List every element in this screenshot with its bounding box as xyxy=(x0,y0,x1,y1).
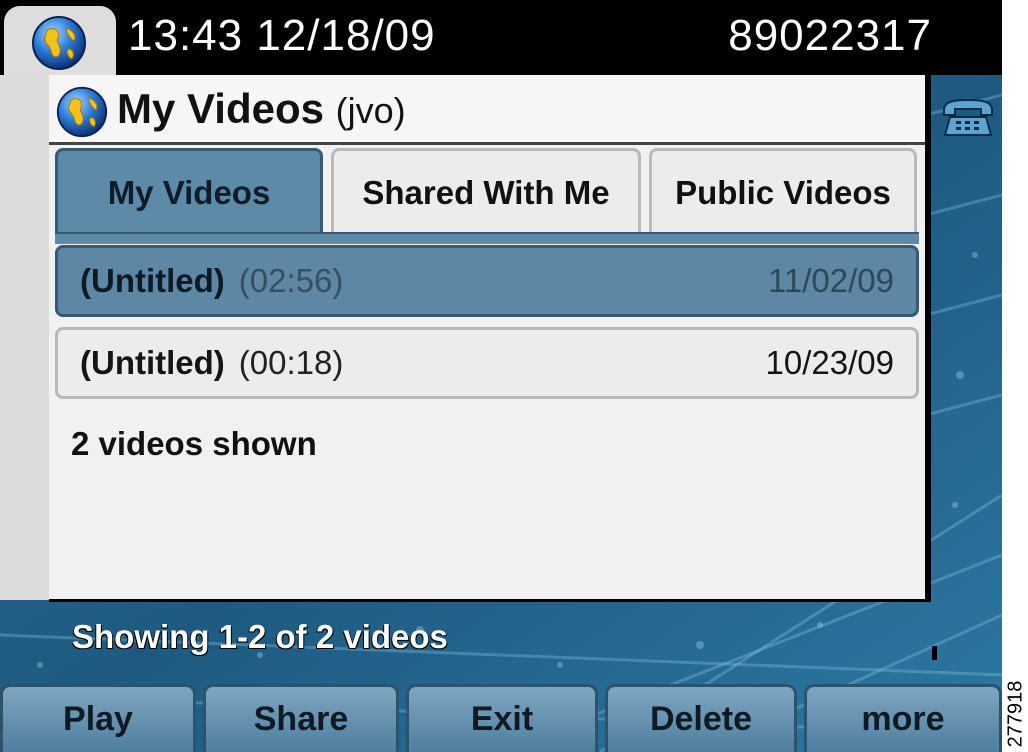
video-duration: (00:18) xyxy=(238,344,344,381)
video-date: 11/02/09 xyxy=(767,262,894,299)
share-button[interactable]: Share xyxy=(203,684,399,752)
status-time-date: 13:43 12/18/09 xyxy=(128,11,436,60)
video-row[interactable]: (Untitled) (02:56) 11/02/09 xyxy=(55,245,919,317)
globe-icon xyxy=(56,86,108,138)
app-window: My Videos (jvo) My Videos Shared With Me… xyxy=(49,75,931,602)
figure-number-text: 277918 xyxy=(1004,680,1027,748)
figure-number: 277918 xyxy=(1004,676,1028,752)
tab-my-videos[interactable]: My Videos xyxy=(55,148,323,234)
phone-icon[interactable] xyxy=(940,96,996,140)
phone-screen: 13:43 12/18/09 89022317 My Videos (jvo) … xyxy=(0,0,1002,752)
status-bar: 13:43 12/18/09 89022317 xyxy=(0,0,1002,76)
activity-indicator xyxy=(932,646,937,660)
video-title: (Untitled) xyxy=(80,262,225,299)
video-date: 10/23/09 xyxy=(765,344,894,381)
play-button[interactable]: Play xyxy=(0,684,196,752)
video-title: (Untitled) xyxy=(80,344,225,381)
tab-underline xyxy=(55,232,919,244)
video-duration: (02:56) xyxy=(238,262,344,299)
status-message: Showing 1-2 of 2 videos xyxy=(72,618,448,655)
tab-shared-with-me[interactable]: Shared With Me xyxy=(331,148,641,234)
delete-button[interactable]: Delete xyxy=(605,684,797,752)
globe-icon xyxy=(32,16,86,70)
video-row[interactable]: (Untitled) (00:18) 10/23/09 xyxy=(55,327,919,399)
tab-public-videos[interactable]: Public Videos xyxy=(649,148,917,234)
softkey-bar: Play Share Exit Delete more xyxy=(0,682,1002,752)
page-title-text: My Videos xyxy=(117,85,324,132)
status-extension: 89022317 xyxy=(728,11,932,60)
page-title: My Videos (jvo) xyxy=(117,81,406,139)
app-tab[interactable] xyxy=(4,6,116,76)
exit-button[interactable]: Exit xyxy=(406,684,598,752)
page-title-user: (jvo) xyxy=(335,90,406,131)
tab-bar: My Videos Shared With Me Public Videos xyxy=(55,148,919,234)
app-title-bar: My Videos (jvo) xyxy=(49,75,925,145)
more-button[interactable]: more xyxy=(804,684,1002,752)
left-strip xyxy=(0,75,51,600)
video-count: 2 videos shown xyxy=(71,425,317,462)
video-list: (Untitled) (02:56) 11/02/09 (Untitled) (… xyxy=(55,245,919,409)
